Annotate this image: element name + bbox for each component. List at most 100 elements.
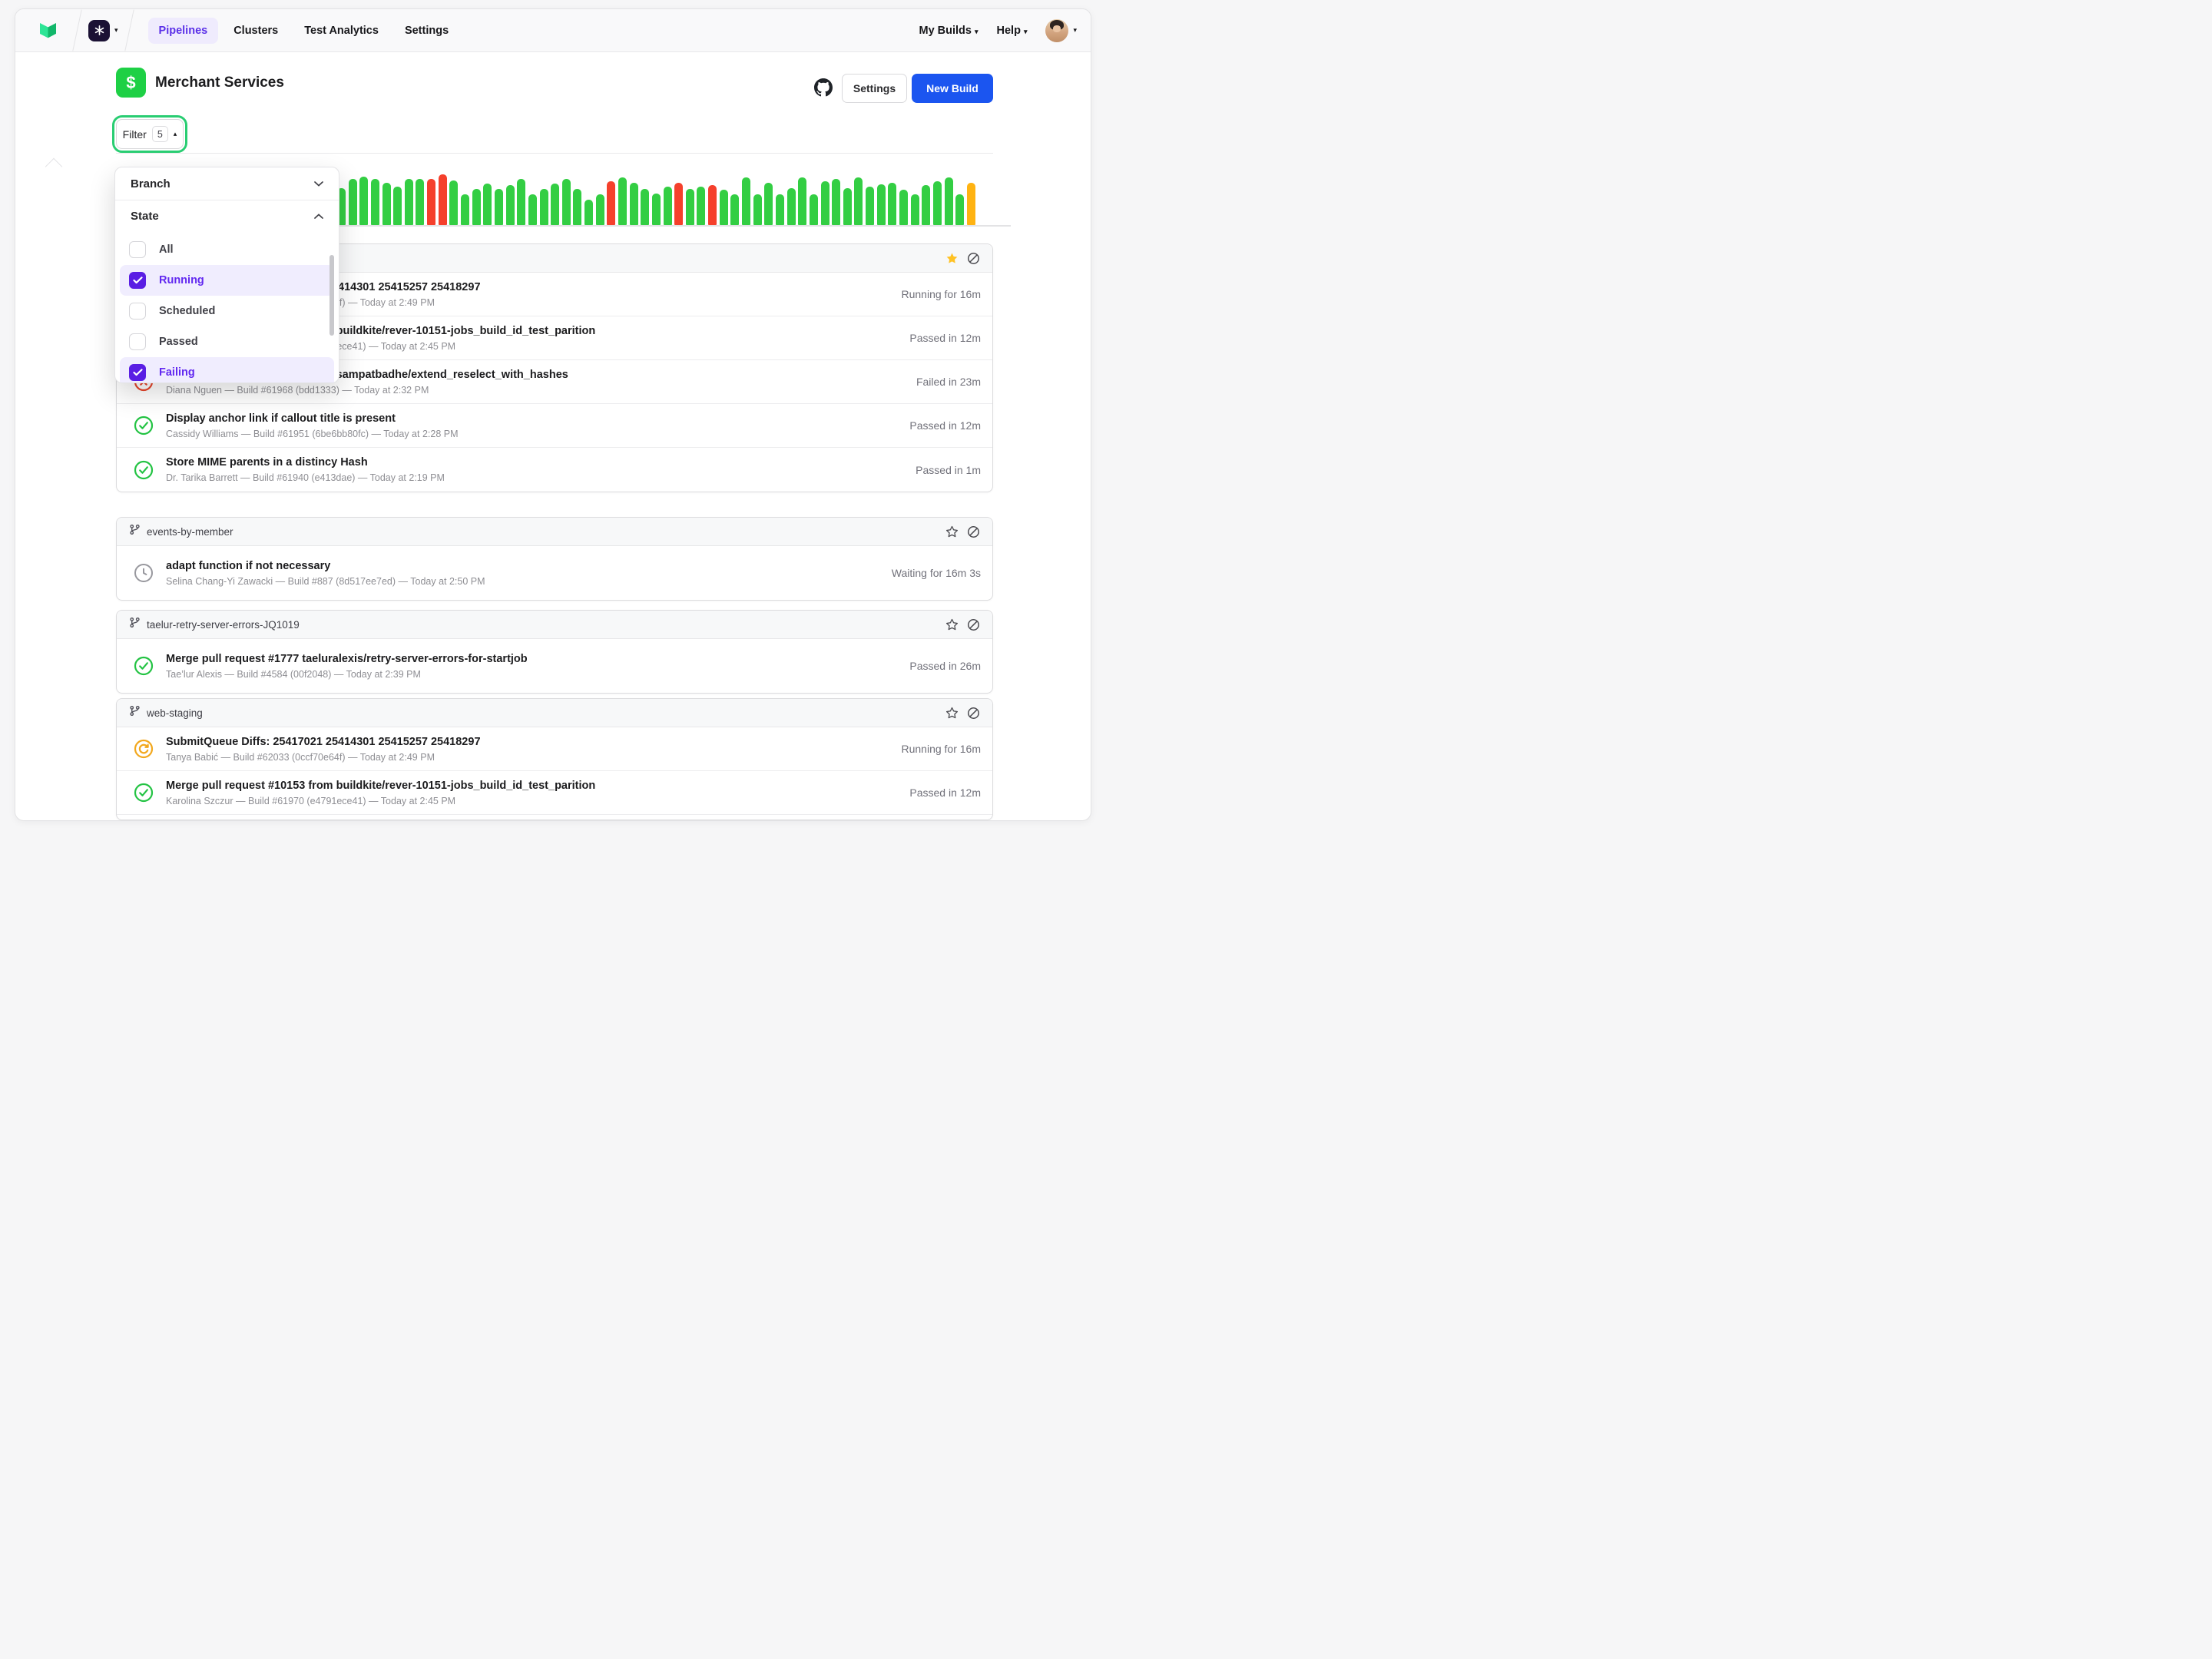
build-bar-passed[interactable] — [787, 188, 796, 225]
build-title[interactable]: Merge pull request #10153 from buildkite… — [166, 780, 595, 792]
build-bar-passed[interactable] — [652, 194, 661, 225]
star-icon[interactable] — [945, 525, 959, 538]
ban-icon[interactable] — [967, 707, 980, 720]
github-icon[interactable] — [814, 78, 833, 97]
build-row[interactable]: Store MIME parents in a distincy Hash Dr… — [117, 448, 992, 492]
build-bar-failed[interactable] — [708, 185, 717, 225]
build-bar-passed[interactable] — [483, 184, 492, 225]
build-bar-passed[interactable] — [888, 183, 896, 225]
build-row[interactable]: Display anchor link if callout title is … — [117, 404, 992, 448]
build-bar-passed[interactable] — [359, 177, 368, 225]
pipeline-card-header[interactable]: taelur-retry-server-errors-JQ1019 — [117, 611, 992, 639]
build-bar-passed[interactable] — [877, 184, 886, 225]
build-bar-passed[interactable] — [866, 187, 874, 225]
build-row[interactable]: Merge pull request #1777 taeluralexis/re… — [117, 639, 992, 693]
org-menu-caret-icon[interactable]: ▾ — [114, 26, 118, 35]
build-bar-passed[interactable] — [584, 200, 593, 225]
build-bar-failed[interactable] — [607, 181, 615, 225]
build-bar-running[interactable] — [967, 183, 975, 225]
build-bar-passed[interactable] — [843, 188, 852, 225]
new-build-button[interactable]: New Build — [912, 74, 993, 103]
build-row[interactable]: Merge pull request #10153 from buildkite… — [117, 771, 992, 815]
build-bar-passed[interactable] — [899, 190, 908, 225]
tab-clusters[interactable]: Clusters — [223, 18, 289, 44]
ban-icon[interactable] — [967, 618, 980, 631]
checkbox[interactable] — [129, 333, 146, 350]
tab-pipelines[interactable]: Pipelines — [148, 18, 219, 44]
star-icon[interactable] — [945, 707, 959, 720]
build-bar-passed[interactable] — [349, 179, 357, 225]
build-title[interactable]: Store MIME parents in a distincy Hash — [166, 456, 445, 469]
build-row[interactable]: adapt function if not necessary Selina C… — [117, 546, 992, 600]
build-bar-failed[interactable] — [439, 174, 447, 225]
build-bar-passed[interactable] — [776, 194, 784, 225]
build-bar-passed[interactable] — [753, 194, 762, 225]
option-passed[interactable]: Passed — [120, 326, 334, 357]
help-menu[interactable]: Help▾ — [997, 25, 1028, 37]
build-bar-passed[interactable] — [933, 181, 942, 225]
dropdown-section-state[interactable]: State — [115, 200, 339, 231]
star-icon[interactable] — [945, 618, 959, 631]
build-bar-passed[interactable] — [854, 177, 863, 225]
checkbox[interactable] — [129, 241, 146, 258]
build-bar-passed[interactable] — [810, 194, 818, 225]
build-bar-passed[interactable] — [495, 189, 503, 225]
build-bar-passed[interactable] — [517, 179, 525, 225]
build-bar-passed[interactable] — [742, 177, 750, 225]
build-bar-passed[interactable] — [630, 183, 638, 225]
checkbox[interactable] — [129, 364, 146, 381]
dropdown-section-branch[interactable]: Branch — [115, 167, 339, 200]
build-title[interactable]: Merge pull request #1777 taeluralexis/re… — [166, 653, 528, 665]
build-row[interactable]: SubmitQueue Diffs: 25417021 25414301 254… — [117, 727, 992, 771]
build-bar-passed[interactable] — [764, 183, 773, 225]
build-bar-passed[interactable] — [945, 177, 953, 225]
build-bar-passed[interactable] — [641, 189, 649, 225]
tab-test-analytics[interactable]: Test Analytics — [293, 18, 389, 44]
ban-icon[interactable] — [967, 252, 980, 265]
build-bar-passed[interactable] — [573, 189, 581, 225]
build-bar-passed[interactable] — [664, 187, 672, 225]
build-bar-passed[interactable] — [449, 180, 458, 225]
my-builds-menu[interactable]: My Builds▾ — [919, 25, 979, 37]
buildkite-logo-icon[interactable] — [38, 22, 66, 40]
checkbox[interactable] — [129, 303, 146, 320]
build-bar-passed[interactable] — [382, 183, 391, 225]
build-bar-passed[interactable] — [596, 194, 604, 225]
pipeline-card-header[interactable]: web-staging — [117, 699, 992, 727]
build-bar-failed[interactable] — [674, 183, 683, 225]
option-all[interactable]: All — [120, 234, 334, 265]
build-bar-passed[interactable] — [371, 179, 379, 225]
build-bar-passed[interactable] — [922, 185, 930, 225]
build-bar-passed[interactable] — [540, 189, 548, 225]
filter-button[interactable]: Filter 5 ▴ — [116, 119, 184, 149]
user-menu-caret-icon[interactable]: ▾ — [1073, 26, 1077, 35]
org-avatar[interactable] — [88, 20, 110, 41]
star-icon[interactable] — [945, 252, 959, 265]
settings-button[interactable]: Settings — [842, 74, 907, 103]
option-scheduled[interactable]: Scheduled — [120, 296, 334, 326]
build-bar-passed[interactable] — [832, 179, 840, 225]
build-bar-passed[interactable] — [393, 187, 402, 225]
pipeline-card-header[interactable]: events-by-member — [117, 518, 992, 546]
build-bar-passed[interactable] — [955, 194, 964, 225]
tab-settings[interactable]: Settings — [394, 18, 459, 44]
build-bar-passed[interactable] — [821, 181, 830, 225]
build-bar-passed[interactable] — [618, 177, 627, 225]
build-bar-passed[interactable] — [686, 189, 694, 225]
user-avatar[interactable] — [1045, 19, 1068, 42]
build-bar-passed[interactable] — [730, 194, 739, 225]
dropdown-scrollbar[interactable] — [329, 255, 334, 336]
build-bar-passed[interactable] — [551, 184, 559, 225]
build-bar-passed[interactable] — [798, 177, 806, 225]
build-bar-passed[interactable] — [506, 185, 515, 225]
checkbox[interactable] — [129, 272, 146, 289]
build-title[interactable]: Display anchor link if callout title is … — [166, 412, 459, 425]
ban-icon[interactable] — [967, 525, 980, 538]
build-title[interactable]: SubmitQueue Diffs: 25417021 25414301 254… — [166, 736, 481, 748]
option-failing[interactable]: Failing — [120, 357, 334, 383]
build-bar-passed[interactable] — [461, 194, 469, 225]
option-running[interactable]: Running — [120, 265, 334, 296]
build-bar-passed[interactable] — [562, 179, 571, 225]
build-bar-passed[interactable] — [720, 190, 728, 225]
build-bar-passed[interactable] — [911, 194, 919, 225]
